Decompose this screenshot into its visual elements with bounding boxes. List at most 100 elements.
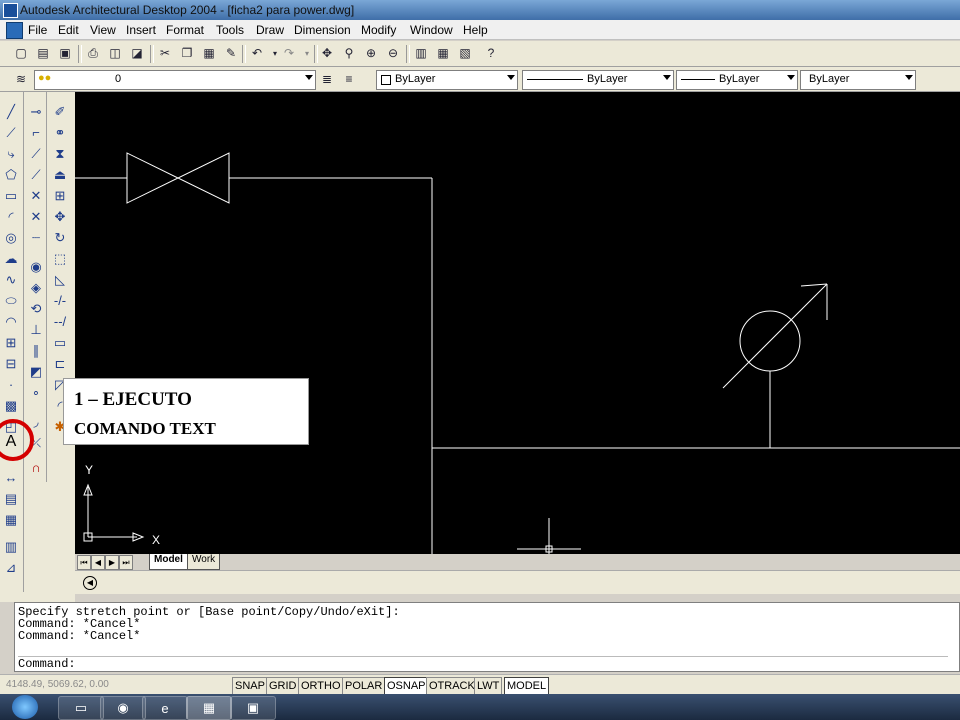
break-icon[interactable]: ▭ — [50, 333, 70, 352]
polyline-icon[interactable]: ⤷ — [1, 144, 21, 163]
make-block-icon[interactable]: ⊟ — [1, 354, 21, 373]
rotate-icon[interactable]: ↻ — [50, 228, 70, 247]
small-circle-icon[interactable]: ∘ — [26, 383, 46, 402]
ellipse-icon[interactable]: ⬭ — [1, 291, 21, 310]
stretch-icon[interactable]: ◺ — [50, 270, 70, 289]
help-icon[interactable]: ? — [482, 44, 500, 62]
point-icon[interactable]: · — [1, 375, 21, 394]
plotstyle-dropdown[interactable]: ByLayer — [800, 70, 916, 90]
rectangle-icon[interactable]: ▭ — [1, 186, 21, 205]
internet-explorer-taskbar-icon[interactable]: e — [142, 696, 188, 720]
powerpoint-taskbar-icon[interactable]: ▣ — [230, 696, 276, 720]
command-window[interactable]: Specify stretch point or [Base point/Cop… — [14, 602, 960, 672]
media-taskbar-icon[interactable]: ◉ — [100, 696, 146, 720]
segment-icon[interactable]: ⟋ — [26, 144, 46, 163]
line-icon[interactable]: ╱ — [1, 102, 21, 121]
lwt-toggle[interactable]: LWT — [474, 677, 503, 695]
properties-icon[interactable]: ▥ — [412, 44, 430, 62]
move-icon[interactable]: ✥ — [50, 207, 70, 226]
menu-help[interactable]: Help — [463, 23, 488, 37]
x-mark-icon[interactable]: ✕ — [26, 207, 46, 226]
menu-modify[interactable]: Modify — [361, 23, 396, 37]
align-icon[interactable]: ⟋ — [26, 165, 46, 184]
menu-dimension[interactable]: Dimension — [294, 23, 351, 37]
explorer-taskbar-icon[interactable]: ▭ — [58, 696, 104, 720]
undo-icon[interactable]: ↶ — [248, 44, 266, 62]
copy-object-icon[interactable]: ⚭ — [50, 123, 70, 142]
cut-icon[interactable]: ✂ — [156, 44, 174, 62]
app-icon[interactable] — [3, 3, 18, 18]
next-tab-icon[interactable]: ▶ — [105, 555, 119, 570]
block-icon[interactable]: ◩ — [26, 362, 46, 381]
polyline-edit-icon[interactable]: ⌐ — [26, 123, 46, 142]
osnap-toggle[interactable]: OSNAP — [384, 677, 429, 695]
pan-icon[interactable]: ✥ — [318, 44, 336, 62]
menu-draw[interactable]: Draw — [256, 23, 284, 37]
scale-icon[interactable]: ⬚ — [50, 249, 70, 268]
prev-tab-icon[interactable]: ◀ — [91, 555, 105, 570]
construction-line-icon[interactable]: ⟋ — [1, 123, 21, 142]
magnet-icon[interactable]: ∩ — [26, 458, 46, 477]
design-center-icon[interactable]: ▦ — [434, 44, 452, 62]
zoom-previous-icon[interactable]: ⊖ — [384, 44, 402, 62]
plot-preview-icon[interactable]: ◫ — [106, 44, 124, 62]
ellipse-arc-icon[interactable]: ◠ — [1, 312, 21, 331]
command-prompt[interactable]: Command: — [18, 656, 948, 670]
offset-icon[interactable]: ⏏ — [50, 165, 70, 184]
tab-model[interactable]: Model — [149, 554, 188, 570]
linetype-dropdown[interactable]: ByLayer — [522, 70, 674, 90]
make-object-layer-current-icon[interactable]: ≣ — [318, 70, 336, 88]
snap-toggle[interactable]: SNAP — [232, 677, 268, 695]
layout-icon[interactable]: ▤ — [1, 489, 21, 508]
open-icon[interactable]: ▤ — [34, 44, 52, 62]
perpendicular-icon[interactable]: ⊥ — [26, 320, 46, 339]
publish-icon[interactable]: ◪ — [128, 44, 146, 62]
redo-icon[interactable]: ↷ — [280, 44, 298, 62]
arc-icon[interactable]: ◜ — [1, 207, 21, 226]
menu-window[interactable]: Window — [410, 23, 453, 37]
revision-cloud-icon[interactable]: ☁ — [1, 249, 21, 268]
polygon-icon[interactable]: ⬠ — [1, 165, 21, 184]
parallel-icon[interactable]: ∥ — [26, 341, 46, 360]
polar-toggle[interactable]: POLAR — [342, 677, 386, 695]
diamond-icon[interactable]: ◈ — [26, 278, 46, 297]
menu-file[interactable]: File — [28, 23, 47, 37]
layer-previous-icon[interactable]: ≡ — [340, 70, 358, 88]
first-tab-icon[interactable]: ⏮ — [77, 555, 91, 570]
break-at-point-icon[interactable]: ⊏ — [50, 354, 70, 373]
array-icon[interactable]: ⊞ — [50, 186, 70, 205]
donut-icon[interactable]: ◉ — [26, 257, 46, 276]
otrack-toggle[interactable]: OTRACK — [426, 677, 478, 695]
last-tab-icon[interactable]: ⏭ — [119, 555, 133, 570]
autocad-taskbar-icon[interactable]: ▦ — [186, 696, 232, 720]
trim-icon[interactable]: -/- — [50, 291, 70, 310]
dash-icon[interactable]: ┈ — [26, 228, 46, 247]
rotate-circle-icon[interactable]: ⟲ — [26, 299, 46, 318]
copy-icon[interactable]: ❐ — [178, 44, 196, 62]
menu-edit[interactable]: Edit — [58, 23, 79, 37]
drawing-canvas[interactable]: Y X — [75, 92, 960, 554]
paste-icon[interactable]: ▦ — [200, 44, 218, 62]
save-icon[interactable]: ▣ — [56, 44, 74, 62]
mirror-icon[interactable]: ⧗ — [50, 144, 70, 163]
connector-icon[interactable]: ⊸ — [26, 102, 46, 121]
lineweight-dropdown[interactable]: ByLayer — [676, 70, 798, 90]
scroll-left-icon[interactable]: ◀ — [83, 576, 97, 590]
dimension-icon[interactable]: ↔ — [1, 468, 21, 487]
cross-icon[interactable]: ✕ — [26, 186, 46, 205]
match-properties-icon[interactable]: ✎ — [222, 44, 240, 62]
zoom-window-icon[interactable]: ⊕ — [362, 44, 380, 62]
color-dropdown[interactable]: ByLayer — [376, 70, 518, 90]
erase-icon[interactable]: ✐ — [50, 102, 70, 121]
menu-view[interactable]: View — [90, 23, 116, 37]
tool-palettes-icon[interactable]: ▧ — [456, 44, 474, 62]
spline-icon[interactable]: ∿ — [1, 270, 21, 289]
horizontal-scrollbar[interactable]: ◀ — [75, 570, 960, 594]
model-toggle[interactable]: MODEL — [504, 677, 550, 695]
menu-tools[interactable]: Tools — [216, 23, 244, 37]
layer-manager-icon[interactable]: ≋ — [12, 70, 30, 88]
stack-icon[interactable]: ▦ — [1, 510, 21, 529]
start-button[interactable] — [12, 695, 38, 719]
document-icon[interactable] — [6, 22, 23, 39]
plot-icon[interactable]: ⎙ — [84, 44, 102, 62]
